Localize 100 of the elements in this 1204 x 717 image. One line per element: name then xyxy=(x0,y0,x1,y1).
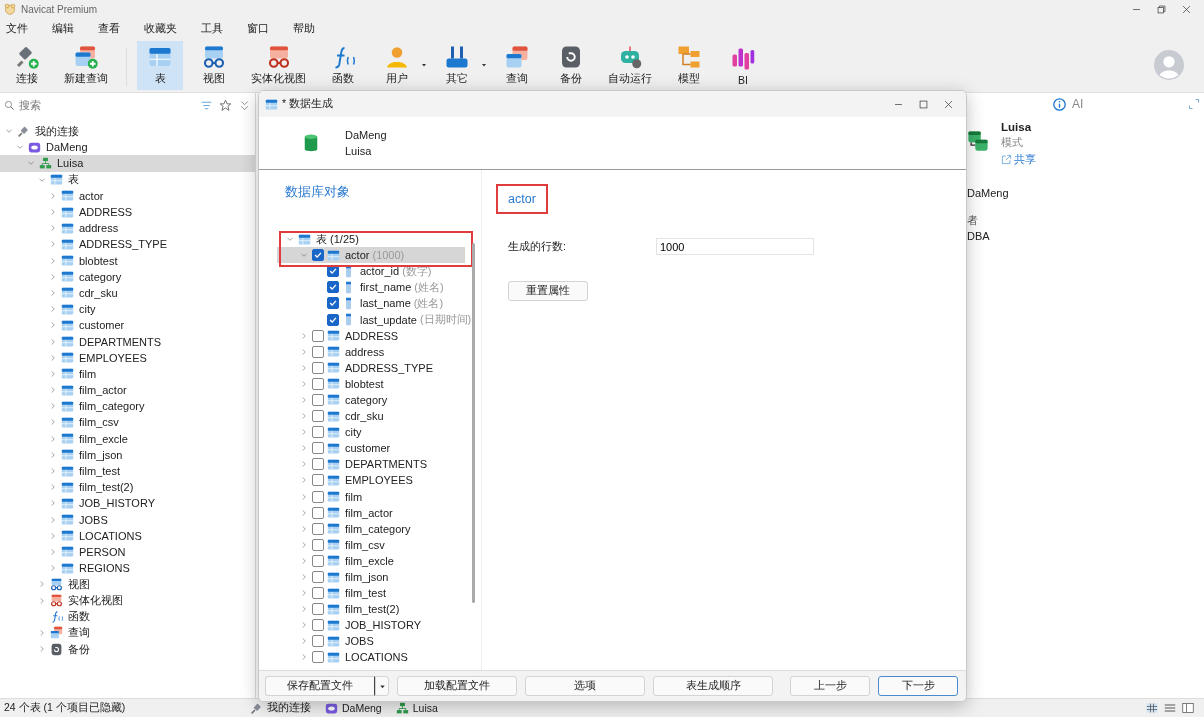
maximize-icon[interactable] xyxy=(918,98,929,110)
tree-item[interactable]: ADDRESS_TYPE xyxy=(0,236,255,253)
footer-button[interactable]: 保存配置文件 xyxy=(265,676,375,696)
checkbox[interactable] xyxy=(312,538,324,551)
toolbar-button[interactable]: 自动运行 xyxy=(602,41,658,90)
checkbox[interactable] xyxy=(312,522,324,535)
checkbox[interactable] xyxy=(312,442,324,455)
tree-item[interactable]: 表 xyxy=(0,171,255,188)
tree-item[interactable]: film_actor xyxy=(0,382,255,399)
footer-button[interactable]: 加载配置文件 xyxy=(397,676,517,696)
checkbox[interactable] xyxy=(327,281,339,294)
checkbox[interactable] xyxy=(312,651,324,664)
checkbox[interactable] xyxy=(312,410,324,423)
toolbar-button[interactable]: 视图 xyxy=(191,41,237,90)
footer-button[interactable]: 选项 xyxy=(525,676,645,696)
menu-item[interactable]: 窗口 xyxy=(247,22,279,36)
footer-button[interactable]: 下一步 xyxy=(878,676,958,696)
tree-item[interactable]: category xyxy=(0,268,255,285)
toolbar-button[interactable]: 备份 xyxy=(548,41,594,90)
toolbar-button[interactable]: 函数 xyxy=(320,41,366,90)
tree-item[interactable]: first_name (姓名) xyxy=(277,279,477,296)
tree-item[interactable]: DaMeng xyxy=(0,139,255,156)
tree-item[interactable]: DEPARTMENTS xyxy=(277,456,477,473)
tree-item[interactable]: film_test(2) xyxy=(277,601,477,618)
tree-item[interactable]: cdr_sku xyxy=(0,284,255,302)
tree-item[interactable]: blobtest xyxy=(277,375,477,392)
toolbar-button[interactable]: 新建查询 xyxy=(58,41,114,90)
tree-item[interactable]: actor xyxy=(0,187,255,204)
footer-button[interactable]: 表生成顺序 xyxy=(653,676,773,696)
tree-item[interactable]: LOCATIONS xyxy=(277,649,477,666)
toolbar-button[interactable]: 表 xyxy=(137,41,183,90)
dropdown-caret-icon[interactable] xyxy=(420,61,428,69)
checkbox[interactable] xyxy=(312,458,324,471)
list-view-icon[interactable] xyxy=(1164,702,1176,714)
tree-item[interactable]: film_category xyxy=(277,520,477,537)
tree-item[interactable]: category xyxy=(277,391,477,409)
expand-icon[interactable] xyxy=(1188,98,1200,110)
tree-item[interactable]: 视图 xyxy=(0,576,255,593)
toolbar-button[interactable]: 模型 xyxy=(666,41,712,90)
tree-item[interactable]: film_csv xyxy=(277,536,477,553)
menu-item[interactable]: 帮助 xyxy=(293,22,325,36)
reset-button[interactable]: 重置属性 xyxy=(508,281,588,301)
close-icon[interactable] xyxy=(943,98,954,110)
tree-item[interactable]: ADDRESS xyxy=(277,327,477,344)
checkbox[interactable] xyxy=(312,635,324,648)
tree-item[interactable]: address xyxy=(0,220,255,237)
toolbar-button[interactable]: 查询 xyxy=(494,41,540,90)
info-icon[interactable] xyxy=(1053,97,1066,111)
checkbox[interactable] xyxy=(312,361,324,374)
checkbox[interactable] xyxy=(312,554,324,567)
tree-item[interactable]: film_csv xyxy=(0,414,255,431)
tree-item[interactable]: cdr_sku xyxy=(277,408,477,425)
tree-item[interactable]: film_test xyxy=(277,585,477,602)
tree-item[interactable]: actor (1000) xyxy=(277,247,465,264)
tree-item[interactable]: film_category xyxy=(0,398,255,415)
dropdown-caret-icon[interactable] xyxy=(480,61,488,69)
tree-item[interactable]: 我的连接 xyxy=(0,123,255,140)
tree-item[interactable]: 查询 xyxy=(0,624,255,641)
tree-item[interactable]: film_json xyxy=(0,446,255,463)
tree-item[interactable]: DEPARTMENTS xyxy=(0,333,255,350)
restore-icon[interactable] xyxy=(1156,3,1167,15)
tree-item[interactable]: 备份 xyxy=(0,641,255,658)
detail-view-icon[interactable] xyxy=(1182,702,1194,714)
menu-item[interactable]: 收藏夹 xyxy=(144,22,187,36)
share-link[interactable]: 共享 xyxy=(1001,152,1036,167)
ai-tab[interactable]: AI xyxy=(1072,97,1084,111)
tree-item[interactable]: EMPLOYEES xyxy=(277,472,477,489)
tree-item[interactable]: EMPLOYEES xyxy=(0,349,255,366)
tree-item[interactable]: customer xyxy=(0,317,255,334)
toolbar-button[interactable]: 实体化视图 xyxy=(245,41,312,90)
tree-item[interactable]: 实体化视图 xyxy=(0,592,255,609)
footer-button[interactable]: 上一步 xyxy=(790,676,870,696)
checkbox[interactable] xyxy=(312,571,324,583)
checkbox[interactable] xyxy=(312,249,324,262)
tree-item[interactable]: last_name (姓名) xyxy=(277,295,477,312)
search-field[interactable]: 搜索 xyxy=(17,98,141,112)
row-count-field[interactable]: 1000 xyxy=(656,238,814,255)
breadcrumb-item[interactable]: Luisa xyxy=(395,701,438,715)
checkbox[interactable] xyxy=(312,394,324,406)
checkbox[interactable] xyxy=(312,377,324,390)
tree-item[interactable]: JOBS xyxy=(277,633,477,650)
menu-item[interactable]: 查看 xyxy=(98,22,130,36)
tree-item[interactable]: Luisa xyxy=(0,155,255,172)
tree-item[interactable]: film_test xyxy=(0,462,255,480)
tree-item[interactable]: customer xyxy=(277,440,477,457)
tree-item[interactable]: REGIONS xyxy=(0,560,255,577)
toolbar-button[interactable]: 连接 xyxy=(4,41,50,90)
tree-item[interactable]: film_test(2) xyxy=(0,479,255,496)
checkbox[interactable] xyxy=(312,619,324,632)
breadcrumb-item[interactable]: DaMeng xyxy=(325,701,382,715)
checkbox[interactable] xyxy=(312,426,324,439)
menu-item[interactable]: 文件 xyxy=(6,22,38,36)
toolbar-button[interactable]: BI xyxy=(720,43,766,90)
checkbox[interactable] xyxy=(312,490,324,503)
tree-item[interactable]: PERSON xyxy=(0,543,255,561)
checkbox[interactable] xyxy=(312,587,324,600)
star-icon[interactable] xyxy=(219,98,232,112)
dropdown-button[interactable] xyxy=(375,676,389,696)
tree-item[interactable]: city xyxy=(0,301,255,318)
tree-item[interactable]: JOB_HISTORY xyxy=(277,617,477,634)
